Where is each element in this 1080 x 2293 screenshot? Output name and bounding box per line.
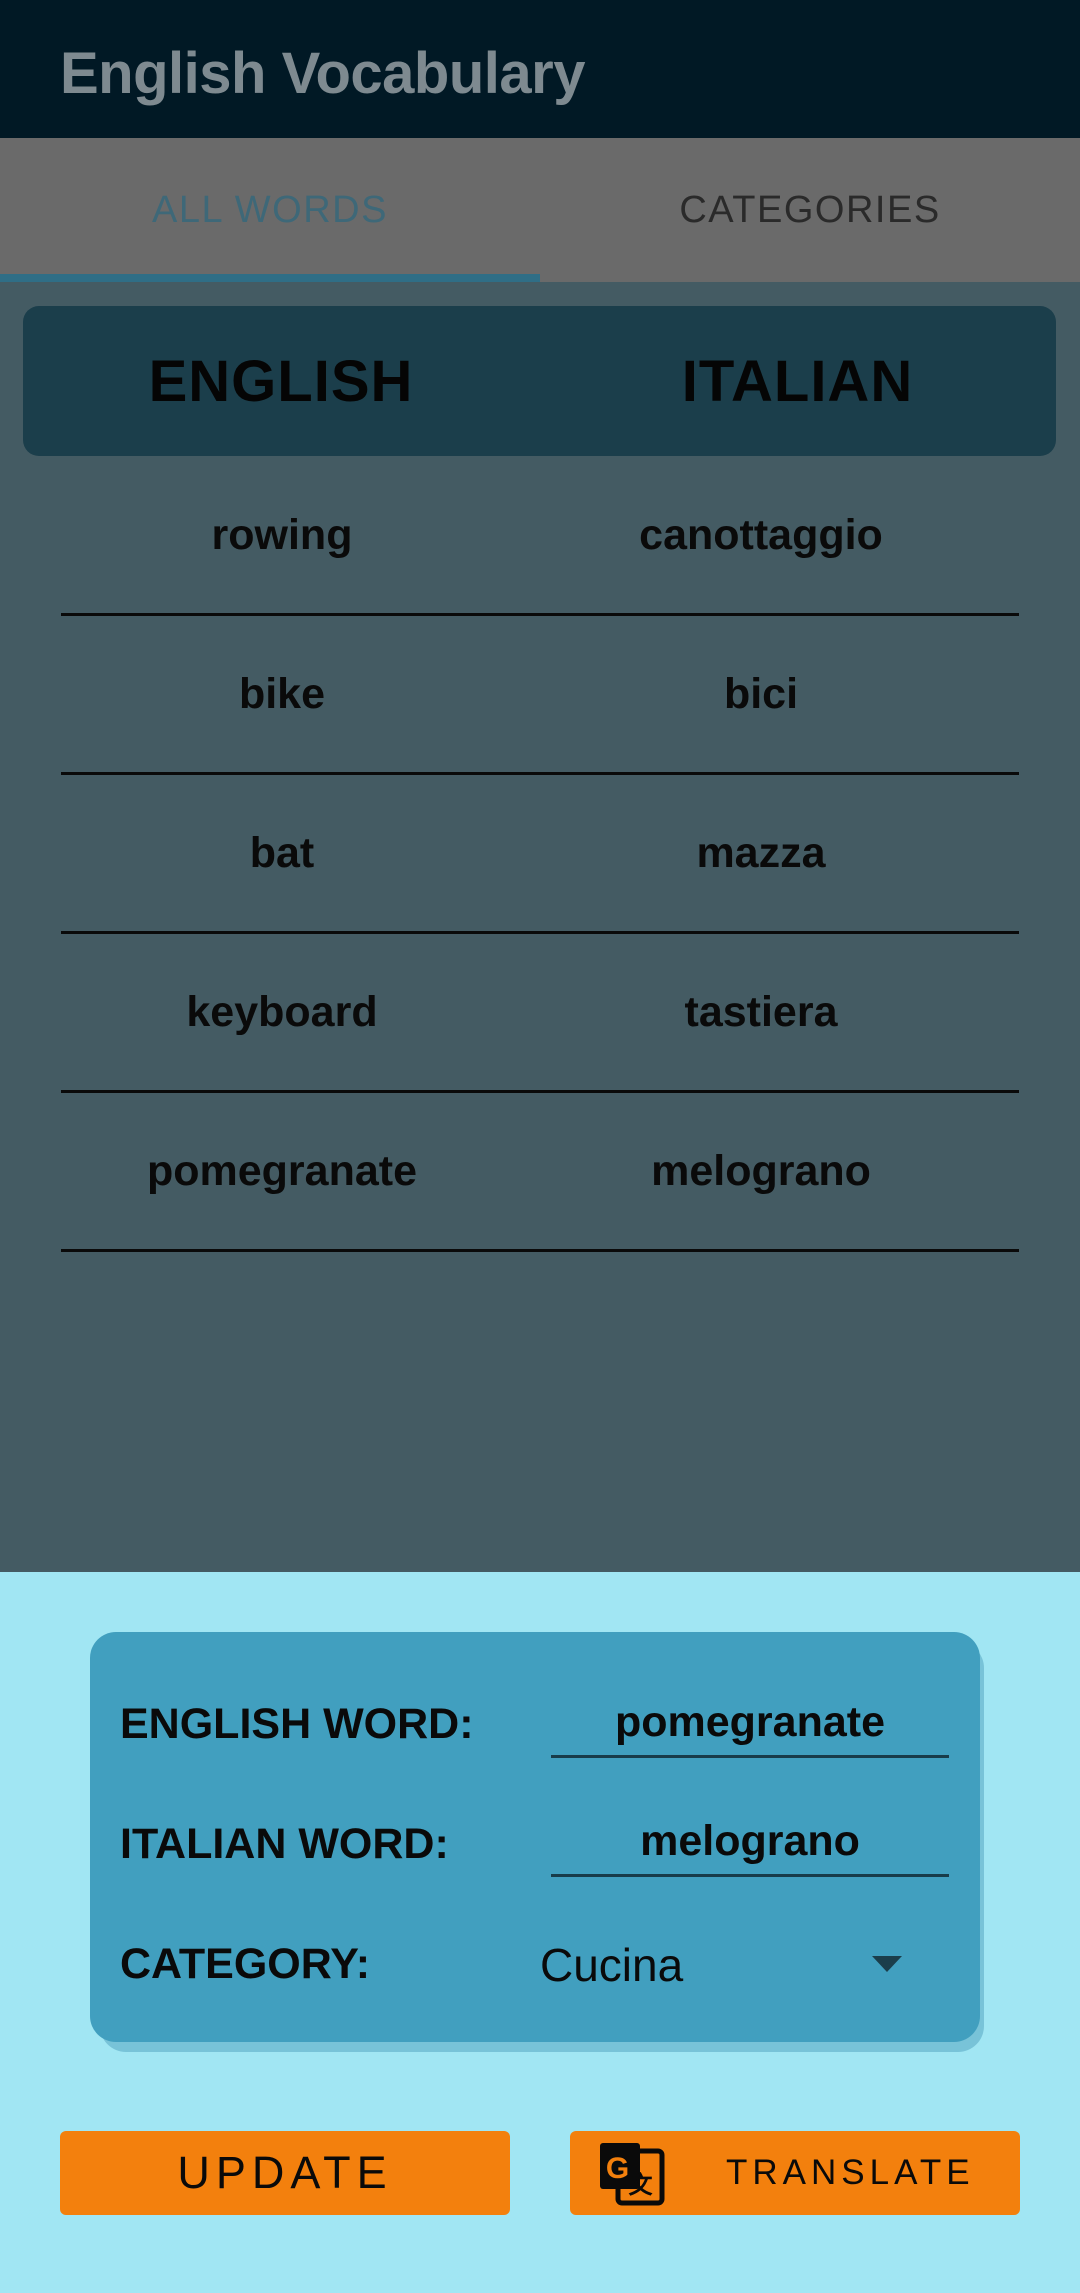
tab-indicator — [0, 274, 540, 282]
italian-word-label: ITALIAN WORD: — [120, 1820, 449, 1868]
english-word: pomegranate — [146, 1146, 417, 1195]
translate-button[interactable]: G 文 TRANSLATE — [570, 2131, 1020, 2215]
italian-word: melograno — [651, 1146, 871, 1195]
tab-categories[interactable]: CATEGORIES — [540, 138, 1080, 282]
italian-word-field[interactable]: melograno — [551, 1815, 949, 1877]
english-word: rowing — [211, 510, 353, 559]
update-button[interactable]: UPDATE — [60, 2131, 510, 2215]
tab-bar: ALL WORDS CATEGORIES — [0, 138, 1080, 282]
table-row[interactable]: bike bici — [61, 616, 1019, 775]
italian-word: canottaggio — [639, 510, 883, 559]
google-translate-icon: G 文 — [600, 2143, 665, 2206]
table-row[interactable]: rowing canottaggio — [61, 457, 1019, 616]
dropdown-arrow-icon[interactable] — [872, 1956, 902, 1972]
app-bar: English Vocabulary — [0, 0, 1080, 138]
app-title: English Vocabulary — [60, 41, 585, 106]
category-label: CATEGORY: — [120, 1940, 371, 1988]
italian-word: tastiera — [684, 987, 838, 1036]
category-dropdown[interactable]: Cucina — [540, 1938, 683, 1992]
english-word: keyboard — [186, 987, 378, 1036]
table-row[interactable]: bat mazza — [61, 775, 1019, 934]
italian-word: bici — [723, 669, 799, 718]
table-row[interactable]: pomegranate melograno — [61, 1093, 1019, 1252]
translate-label: TRANSLATE — [726, 2153, 975, 2192]
header-english: ENGLISH — [148, 348, 414, 414]
header-italian: ITALIAN — [681, 348, 914, 414]
table-row[interactable]: keyboard tastiera — [61, 934, 1019, 1093]
english-word-field[interactable]: pomegranate — [551, 1696, 949, 1758]
table-header: ENGLISH ITALIAN — [23, 306, 1056, 456]
italian-word: mazza — [696, 828, 826, 877]
svg-text:文: 文 — [629, 2171, 658, 2199]
english-word: bat — [249, 828, 315, 877]
tab-all-words[interactable]: ALL WORDS — [0, 138, 540, 282]
english-word-label: ENGLISH WORD: — [120, 1700, 474, 1748]
english-word: bike — [238, 669, 326, 718]
